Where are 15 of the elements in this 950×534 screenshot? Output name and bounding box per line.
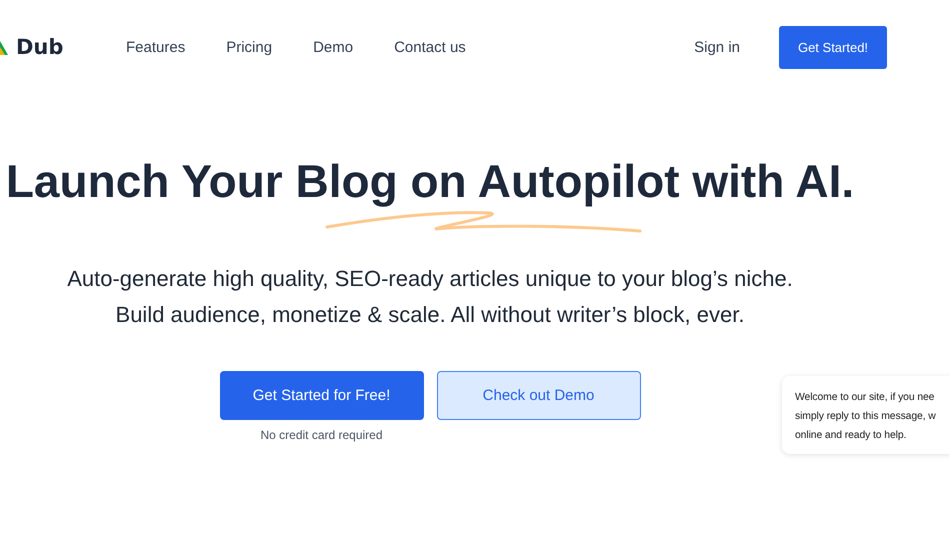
chat-message-line: online and ready to help. xyxy=(795,429,908,443)
get-started-free-button[interactable]: Get Started for Free! xyxy=(220,371,424,420)
chat-message-line: simply reply to this message, w xyxy=(795,410,937,424)
chat-message-line: Welcome to our site, if you nee xyxy=(795,391,936,405)
hero-subtitle: Auto-generate high quality, SEO-ready articles unique to your blog’s niche. Build audience, monetize & scale. All without writer’s block, ever. xyxy=(67,265,793,329)
check-out-demo-button[interactable]: Check out Demo xyxy=(436,371,640,420)
get-started-button[interactable]: Get Started! xyxy=(779,26,887,68)
nav-link[interactable]: Pricing xyxy=(226,38,272,56)
nav-link[interactable]: Demo xyxy=(313,38,354,56)
logo-icon xyxy=(0,39,8,55)
sign-in-link[interactable]: Sign in xyxy=(694,38,740,56)
logo-text[interactable]: Dub xyxy=(16,35,64,59)
no-credit-card-note: No credit card required xyxy=(260,428,383,442)
nav-link[interactable]: Contact us xyxy=(394,38,466,56)
nav-link[interactable]: Features xyxy=(126,38,186,56)
